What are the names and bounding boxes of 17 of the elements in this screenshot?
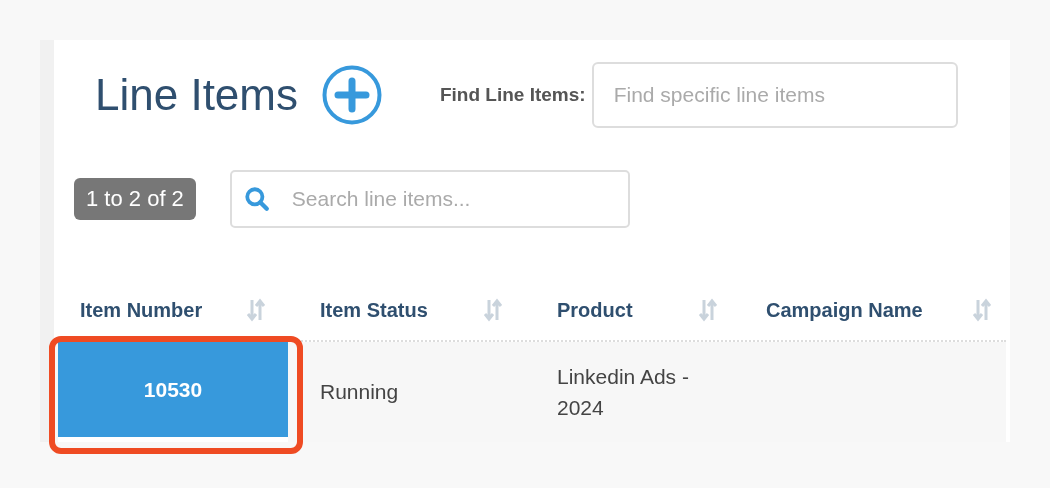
search-field[interactable]: Search line items... — [229, 170, 630, 228]
search-icon — [243, 186, 270, 212]
sort-icon[interactable] — [483, 298, 503, 322]
sort-icon[interactable] — [698, 298, 718, 322]
column-header[interactable]: Campaign Name — [766, 298, 923, 322]
sort-icon[interactable] — [972, 298, 992, 322]
column-header[interactable]: Item Status — [320, 298, 428, 322]
column-header[interactable]: Product — [557, 298, 633, 322]
add-icon[interactable] — [322, 65, 382, 125]
table-cell-text: Linkedin Ads - 2024 — [556, 363, 690, 421]
column-header[interactable]: Item Number — [80, 298, 203, 322]
sort-icon[interactable] — [246, 298, 266, 322]
page-title: Line Items — [95, 70, 298, 120]
table-cell-text: Running — [319, 379, 400, 406]
find-field[interactable]: Find specific line items — [591, 62, 958, 128]
count-badge: 1 to 2 of 2 — [74, 178, 196, 220]
find-label: Find Line Items: — [440, 84, 586, 106]
